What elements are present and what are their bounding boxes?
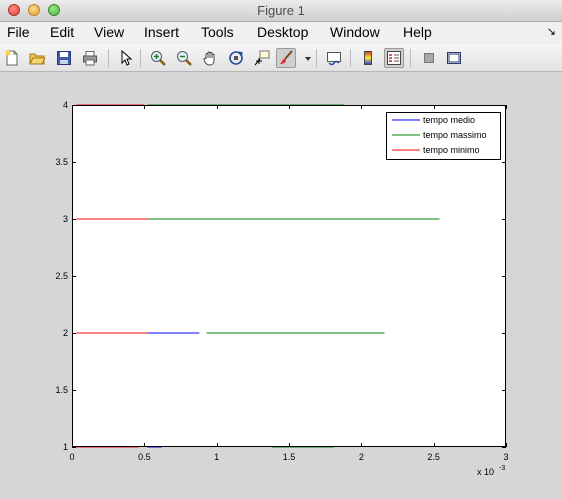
figure-toolbar xyxy=(0,44,562,72)
toolbar-separator xyxy=(410,49,411,67)
pan-hand-icon[interactable] xyxy=(202,50,218,66)
window-title: Figure 1 xyxy=(257,3,305,18)
y-tick-label: 1.5 xyxy=(55,385,68,395)
x-multiplier-label: x 10 xyxy=(477,467,494,477)
dropdown-arrow-icon[interactable] xyxy=(300,50,311,66)
legend-icon[interactable] xyxy=(386,50,402,66)
x-tick-label: 1 xyxy=(214,452,219,462)
save-icon[interactable] xyxy=(56,50,72,66)
menu-bar: File Edit View Insert Tools Desktop Wind… xyxy=(0,22,562,44)
print-icon[interactable] xyxy=(82,50,98,66)
figure-canvas: 0 0.5 1 1.5 2 2.5 3 1 1.5 2 2.5 3 3.5 4 x 10 -3 tempo me… xyxy=(0,73,562,494)
menu-desktop[interactable]: Desktop xyxy=(257,24,308,40)
legend-label: tempo massimo xyxy=(423,130,487,140)
legend-label: tempo medio xyxy=(423,115,475,125)
y-tick-label: 2.5 xyxy=(55,271,68,281)
x-tick-label: 0.5 xyxy=(138,452,151,462)
x-tick-label: 0 xyxy=(69,452,74,462)
menu-window[interactable]: Window xyxy=(330,24,380,40)
colorbar-icon[interactable] xyxy=(360,50,376,66)
line-chart[interactable]: 0 0.5 1 1.5 2 2.5 3 1 1.5 2 2.5 3 3.5 4 x 10 -3 tempo me… xyxy=(0,73,562,494)
x-tick-label: 1.5 xyxy=(283,452,296,462)
new-figure-icon[interactable] xyxy=(4,50,20,66)
x-tick-label: 2 xyxy=(359,452,364,462)
y-tick-label: 3 xyxy=(63,214,68,224)
menu-edit[interactable]: Edit xyxy=(50,24,74,40)
y-tick-label: 3.5 xyxy=(55,157,68,167)
y-tick-label: 1 xyxy=(63,442,68,452)
window-titlebar: Figure 1 xyxy=(0,0,562,22)
toolbar-separator xyxy=(140,49,141,67)
link-plot-icon[interactable] xyxy=(326,50,342,66)
menu-file[interactable]: File xyxy=(7,24,30,40)
y-tick-label: 4 xyxy=(63,100,68,110)
zoom-out-icon[interactable] xyxy=(176,50,192,66)
menu-insert[interactable]: Insert xyxy=(144,24,179,40)
hide-plot-tools-icon[interactable] xyxy=(421,50,437,66)
menu-help[interactable]: Help xyxy=(403,24,432,40)
data-cursor-icon[interactable] xyxy=(254,50,270,66)
x-multiplier-exponent: -3 xyxy=(499,465,505,472)
y-tick-label: 2 xyxy=(63,328,68,338)
menu-tools[interactable]: Tools xyxy=(201,24,234,40)
toolbar-separator xyxy=(316,49,317,67)
menu-view[interactable]: View xyxy=(94,24,124,40)
rotate-3d-icon[interactable] xyxy=(228,50,244,66)
show-plot-tools-icon[interactable] xyxy=(446,50,462,66)
select-arrow-icon[interactable] xyxy=(118,50,134,66)
open-file-icon[interactable] xyxy=(29,50,45,66)
toolbar-separator xyxy=(350,49,351,67)
legend-label: tempo minimo xyxy=(423,145,480,155)
x-tick-label: 2.5 xyxy=(427,452,440,462)
brush-icon[interactable] xyxy=(278,50,294,66)
menu-overflow-arrow[interactable]: ↘ xyxy=(547,25,556,38)
x-tick-label: 3 xyxy=(503,452,508,462)
toolbar-separator xyxy=(108,49,109,67)
zoom-in-icon[interactable] xyxy=(150,50,166,66)
